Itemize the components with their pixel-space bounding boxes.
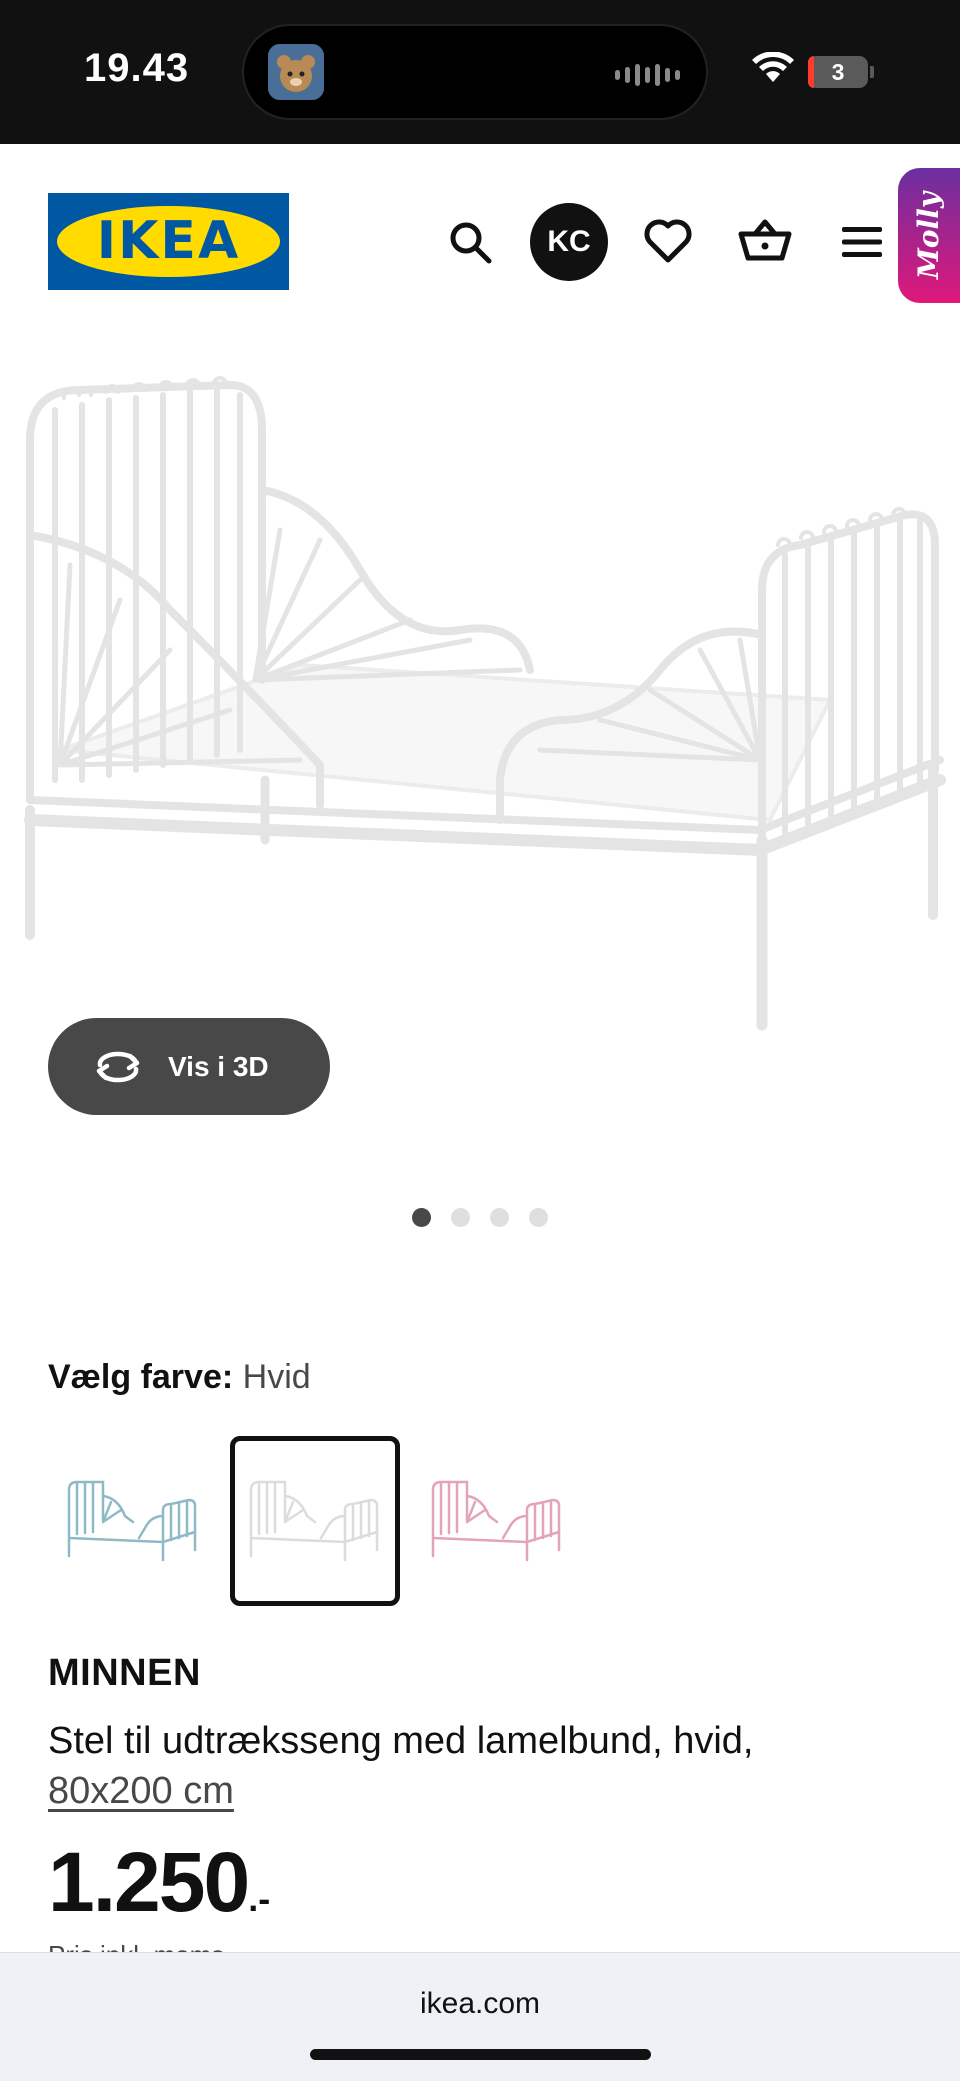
browser-bar: ikea.com (0, 1952, 960, 2081)
product-description: Stel til udtræksseng med lamelbund, hvid… (48, 1720, 754, 1762)
product-name: MINNEN (48, 1652, 201, 1694)
color-label: Vælg farve: (48, 1358, 234, 1396)
product-size-link[interactable]: 80x200 cm (48, 1770, 234, 1813)
molly-label-wrap: Molly (898, 168, 960, 303)
carousel-dots (412, 1208, 548, 1227)
carousel-dot[interactable] (490, 1208, 509, 1227)
bed-thumbnail-white (249, 1480, 379, 1562)
color-option-pink[interactable] (412, 1436, 582, 1606)
wifi-icon (752, 52, 794, 82)
menu-icon[interactable] (840, 224, 884, 260)
product-image[interactable] (0, 350, 960, 1050)
browser-url[interactable]: ikea.com (0, 1987, 960, 2021)
audio-wave-icon (615, 64, 680, 86)
carousel-dot[interactable] (529, 1208, 548, 1227)
battery-icon: 3 (808, 56, 868, 88)
color-option-turquoise[interactable] (48, 1436, 218, 1606)
rotate-3d-icon (96, 1051, 140, 1082)
search-icon[interactable] (446, 218, 494, 266)
color-heading: Vælg farve: Hvid (48, 1358, 311, 1397)
bed-thumbnail-turquoise (67, 1480, 197, 1562)
molly-assistant-tab[interactable]: Molly (898, 168, 960, 303)
view-in-3d-button[interactable]: Vis i 3D (48, 1018, 330, 1115)
price-value: 1.250 (48, 1835, 250, 1929)
dynamic-island[interactable] (242, 24, 708, 120)
home-indicator[interactable] (310, 2049, 651, 2060)
price-suffix: .- (248, 1878, 271, 1919)
ikea-logo[interactable]: IKEA (48, 193, 289, 290)
battery-cap (870, 66, 874, 78)
bed-thumbnail-pink (431, 1480, 561, 1562)
heart-icon[interactable] (644, 218, 692, 264)
view-in-3d-label: Vis i 3D (168, 1050, 269, 1082)
logo-text: IKEA (96, 211, 241, 271)
avatar[interactable]: KC (530, 203, 608, 281)
color-option-white[interactable] (230, 1436, 400, 1606)
battery-level: 3 (831, 59, 845, 85)
molly-label: Molly (912, 191, 946, 280)
now-playing-app-icon (268, 44, 324, 100)
basket-icon[interactable] (738, 216, 792, 264)
status-bar: 19.43 3 (0, 0, 960, 144)
carousel-dot[interactable] (451, 1208, 470, 1227)
color-value: Hvid (242, 1358, 311, 1396)
product-price: 1.250.- (48, 1834, 270, 1931)
carousel-dot[interactable] (412, 1208, 431, 1227)
status-time: 19.43 (84, 46, 190, 90)
